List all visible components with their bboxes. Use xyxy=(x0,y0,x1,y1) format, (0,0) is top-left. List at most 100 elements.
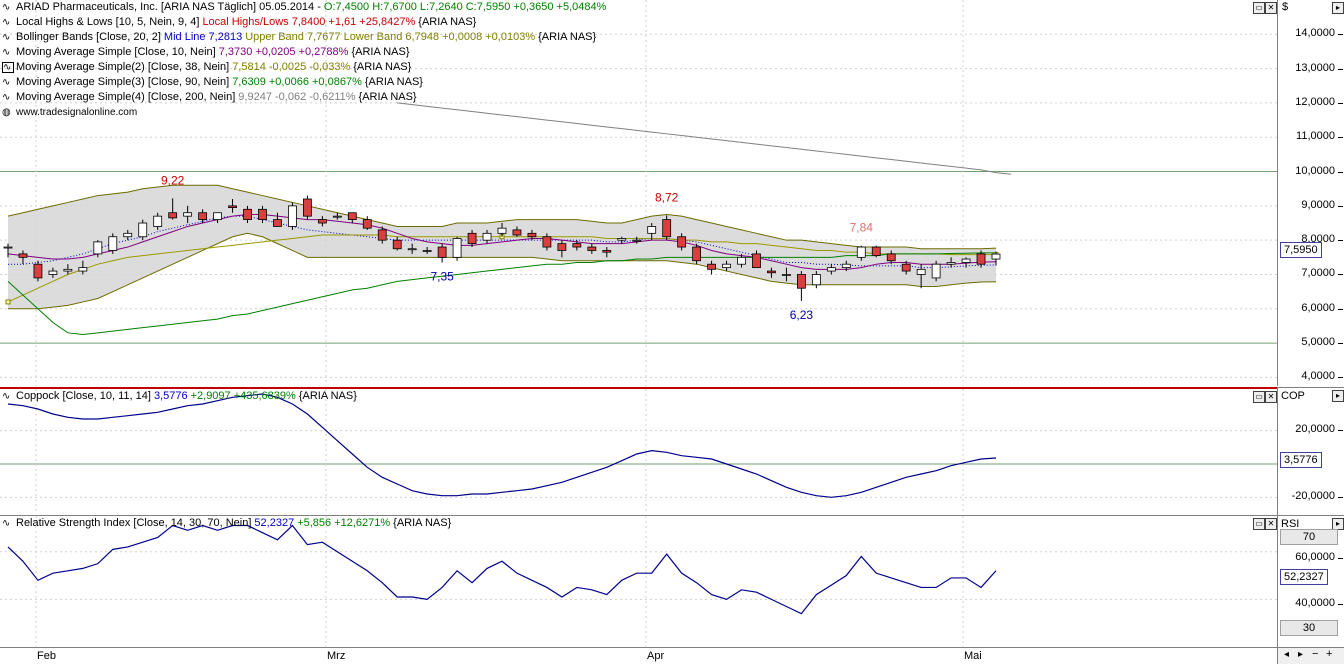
legend-row-sma10[interactable]: ∿ Moving Average Simple [Close, 10, Nein… xyxy=(2,45,606,60)
legend-suffix: {ARIA NAS} xyxy=(364,76,423,88)
candle-body xyxy=(602,250,612,253)
legend-value: Local Highs/Lows 7,8400 +1,61 +25,8427% xyxy=(202,16,416,28)
candle-body xyxy=(512,229,522,236)
zoom-in-icon[interactable]: + xyxy=(1326,648,1332,660)
candle-body xyxy=(752,253,761,269)
rsi-change: +5,856 +12,6271% xyxy=(297,517,391,529)
legend-suffix: {ARIA NAS} xyxy=(418,16,477,28)
rsi-axis[interactable]: RSI ▸ 70 60,0000 52,2327 40,0000 30 xyxy=(1277,515,1344,648)
legend-label: Moving Average Simple(3) [Close, 90, Nei… xyxy=(16,76,230,88)
scroll-left-icon[interactable]: ◂ xyxy=(1284,649,1289,660)
wave-icon: ∿ xyxy=(2,17,11,28)
candle-body xyxy=(497,227,507,234)
candle-body xyxy=(123,232,133,238)
rsi-legend[interactable]: ∿ Relative Strength Index [Close, 14, 30… xyxy=(2,516,451,531)
candle-body xyxy=(273,219,282,227)
wave-icon: ∿ xyxy=(2,47,11,58)
candle-body xyxy=(692,246,702,262)
candle-body xyxy=(632,239,642,242)
candle-body xyxy=(452,238,462,258)
coppock-axis-title: COP xyxy=(1281,390,1305,402)
coppock-current-badge: 3,5776 xyxy=(1280,452,1322,468)
candle-body xyxy=(407,248,417,251)
candle-body xyxy=(811,274,821,286)
price-pane[interactable]: 9,22 7,35 8,72 6,23 7,84 ∿ ARIAD Pharmaceuti… xyxy=(0,0,1277,386)
axis-scroll-button[interactable]: ▸ xyxy=(1332,2,1344,14)
candle-body xyxy=(3,246,13,249)
coppock-value: 3,5776 xyxy=(153,390,188,402)
local-extreme-label: 8,72 xyxy=(655,190,679,204)
close-button[interactable]: ✕ xyxy=(1265,391,1277,403)
candle xyxy=(931,260,941,282)
coppock-change: +2,9097 +435,6839% xyxy=(190,390,296,402)
candle xyxy=(108,233,118,254)
local-extreme-label: 6,23 xyxy=(790,308,814,322)
candle-body xyxy=(946,262,956,265)
legend-suffix: {ARIA NAS} xyxy=(538,31,597,43)
legend-row-sma90[interactable]: ∿ Moving Average Simple(3) [Close, 90, N… xyxy=(2,75,606,90)
candle-body xyxy=(183,212,193,217)
candle-body xyxy=(647,226,657,234)
candle-body xyxy=(782,274,791,276)
zoom-out-icon[interactable]: − xyxy=(1312,648,1318,660)
coppock-legend[interactable]: ∿ Coppock [Close, 10, 11, 14] 3,5776 +2,… xyxy=(2,389,357,404)
legend-row-sma38[interactable]: ∿ Moving Average Simple(2) [Close, 38, N… xyxy=(2,60,606,75)
axis-scroll-button[interactable]: ▸ xyxy=(1332,390,1344,402)
close-button[interactable]: ✕ xyxy=(1265,518,1277,530)
candle-body xyxy=(362,219,372,229)
rsi-chart[interactable] xyxy=(0,516,1277,647)
candle-body xyxy=(931,263,941,279)
wave-icon-selected: ∿ xyxy=(2,62,14,73)
rsi-line xyxy=(7,524,997,615)
candle-body xyxy=(78,267,88,272)
local-extreme-label: 9,22 xyxy=(161,173,185,187)
coppock-chart[interactable] xyxy=(0,389,1277,514)
rsi-pane[interactable]: ∿ Relative Strength Index [Close, 14, 30… xyxy=(0,515,1277,648)
legend-value-bands: Upper Band 7,7677 Lower Band 6,7948 +0,0… xyxy=(245,31,536,43)
candle-body xyxy=(856,246,866,258)
coppock-axis[interactable]: COP ▸ 20,0000 -20,0000 3,5776 xyxy=(1277,387,1344,515)
time-axis[interactable] xyxy=(0,647,1277,664)
price-tick: 13,0000 xyxy=(1295,61,1343,74)
coppock-pane[interactable]: ∿ Coppock [Close, 10, 11, 14] 3,5776 +2,… xyxy=(0,387,1277,516)
legend-suffix: {ARIA NAS} xyxy=(358,91,417,103)
price-tick: 14,0000 xyxy=(1295,27,1343,40)
candle-body xyxy=(871,246,881,257)
candle xyxy=(362,216,372,230)
legend-label: Moving Average Simple [Close, 10, Nein] xyxy=(16,46,216,58)
wave-icon: ∿ xyxy=(2,518,11,529)
minimize-button[interactable]: ▭ xyxy=(1253,2,1265,14)
candle-body xyxy=(437,246,447,258)
header-close: C:7,5950 +0,3650 +5,0484% xyxy=(465,1,607,13)
price-axis[interactable]: $ ▸ 14,0000 13,0000 12,0000 11,0000 10,0000 9… xyxy=(1277,0,1344,386)
candle-body xyxy=(767,270,776,274)
candle xyxy=(692,243,702,265)
candle xyxy=(138,219,148,241)
legend-label: Bollinger Bands [Close, 20, 2] xyxy=(16,31,161,43)
price-tick: 6,0000 xyxy=(1301,301,1343,314)
candle-body xyxy=(976,253,986,265)
candle-body xyxy=(617,238,627,241)
legend-row-sma200[interactable]: ∿ Moving Average Simple(4) [Close, 200, … xyxy=(2,90,606,105)
minimize-button[interactable]: ▭ xyxy=(1253,391,1265,403)
legend-value: 7,5814 -0,0025 -0,033% xyxy=(232,61,351,73)
local-extreme-label: 7,84 xyxy=(850,221,874,235)
month-label: Mrz xyxy=(327,650,346,662)
wave-icon: ∿ xyxy=(2,32,11,43)
candle-body xyxy=(482,232,492,241)
coppock-tick: 20,0000 xyxy=(1295,423,1343,435)
candle-body xyxy=(33,263,43,279)
coppock-tick: -20,0000 xyxy=(1291,490,1344,502)
legend-row-local-highs[interactable]: ∿ Local Highs & Lows [10, 5, Nein, 9, 4]… xyxy=(2,15,606,30)
legend-row-bollinger[interactable]: ∿ Bollinger Bands [Close, 20, 2] Mid Lin… xyxy=(2,30,606,45)
watermark-text: www.tradesignalonline.com xyxy=(16,107,138,118)
legend-value: Mid Line 7,2813 xyxy=(163,31,243,43)
candle-body xyxy=(228,205,237,208)
close-button[interactable]: ✕ xyxy=(1265,2,1277,14)
scroll-right-icon[interactable]: ▸ xyxy=(1298,649,1303,660)
rsi-label: Relative Strength Index [Close, 14, 30, … xyxy=(16,517,252,529)
candle-body xyxy=(258,208,267,220)
candle-body xyxy=(901,263,911,272)
candle-body xyxy=(93,241,103,255)
minimize-button[interactable]: ▭ xyxy=(1253,518,1265,530)
